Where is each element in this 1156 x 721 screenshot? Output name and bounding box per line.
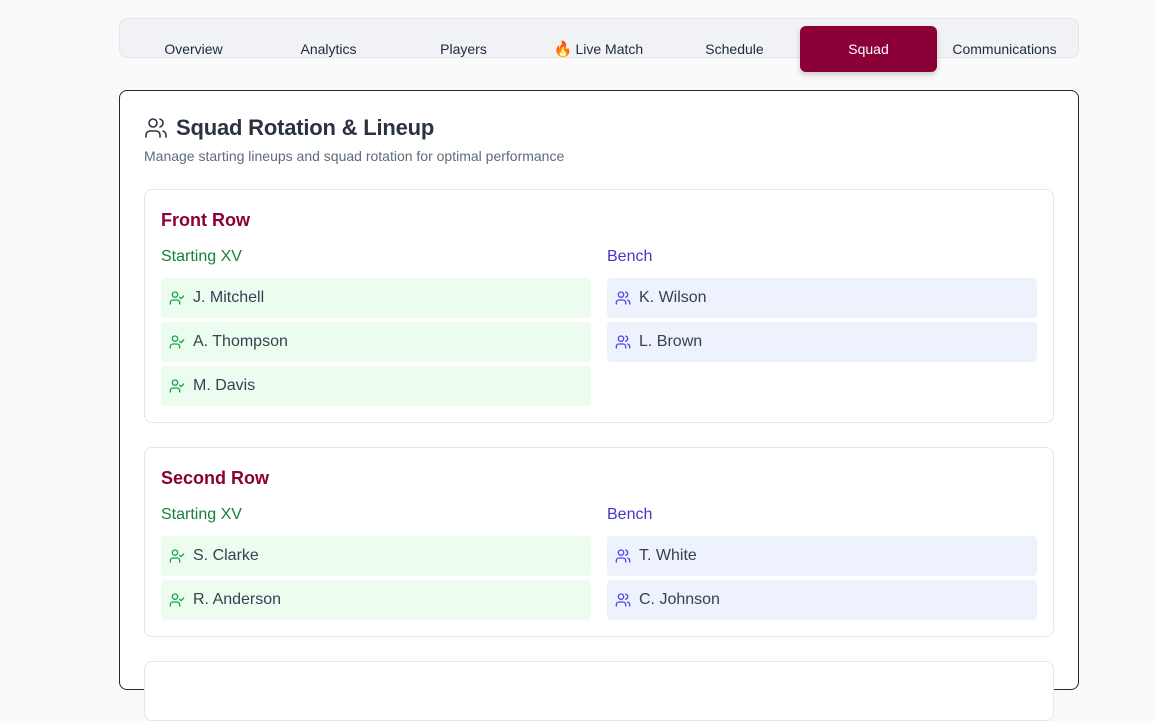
bench-column: Bench T. White C. Johnson bbox=[607, 506, 1037, 620]
tab-communications[interactable]: Communications bbox=[936, 26, 1073, 72]
tab-analytics[interactable]: Analytics bbox=[260, 26, 397, 72]
tab-overview[interactable]: Overview bbox=[125, 26, 262, 72]
starting-column: Starting XV S. Clarke R. Anderson bbox=[161, 506, 591, 620]
squad-card: Squad Rotation & Lineup Manage starting … bbox=[119, 90, 1079, 721]
starting-player[interactable]: J. Mitchell bbox=[161, 278, 591, 318]
page-subtitle: Manage starting lineups and squad rotati… bbox=[144, 148, 565, 164]
page-title: Squad Rotation & Lineup bbox=[176, 115, 435, 140]
group-title: Front Row bbox=[161, 210, 250, 230]
tab-squad[interactable]: Squad bbox=[800, 26, 937, 72]
users-icon bbox=[145, 118, 167, 138]
tab-label: Squad bbox=[848, 41, 889, 57]
user-check-icon bbox=[169, 379, 185, 393]
bench-player[interactable]: L. Brown bbox=[607, 322, 1037, 362]
bench-player[interactable]: C. Johnson bbox=[607, 580, 1037, 620]
starting-label: Starting XV bbox=[161, 506, 242, 523]
starting-column: Starting XV J. Mitchell A. Thompson M. D… bbox=[161, 248, 591, 406]
tab-players[interactable]: Players bbox=[395, 26, 532, 72]
tab-bar: Overview Analytics Players 🔥 Live Match S… bbox=[119, 18, 1079, 72]
position-group-front-row: Front Row Starting XV J. Mitchell A. Tho… bbox=[144, 189, 1054, 423]
tab-label: Overview bbox=[164, 41, 223, 57]
player-name: M. Davis bbox=[193, 377, 256, 394]
tab-live-match[interactable]: 🔥 Live Match bbox=[530, 26, 667, 72]
tab-schedule[interactable]: Schedule bbox=[666, 26, 803, 72]
player-name: S. Clarke bbox=[193, 547, 259, 564]
users-icon bbox=[615, 549, 631, 563]
player-name: J. Mitchell bbox=[193, 289, 265, 306]
bench-player[interactable]: T. White bbox=[607, 536, 1037, 576]
users-icon bbox=[615, 335, 631, 349]
bench-column: Bench K. Wilson L. Brown bbox=[607, 248, 1037, 362]
tab-label: Schedule bbox=[705, 41, 764, 57]
group-title: Second Row bbox=[161, 468, 270, 488]
bench-label: Bench bbox=[607, 506, 653, 523]
starting-player[interactable]: A. Thompson bbox=[161, 322, 591, 362]
starting-label: Starting XV bbox=[161, 248, 242, 265]
bench-label: Bench bbox=[607, 248, 653, 265]
user-check-icon bbox=[169, 593, 185, 607]
user-check-icon bbox=[169, 291, 185, 305]
player-name: A. Thompson bbox=[193, 333, 288, 350]
position-group bbox=[144, 661, 1054, 721]
starting-player[interactable]: S. Clarke bbox=[161, 536, 591, 576]
starting-player[interactable]: M. Davis bbox=[161, 366, 591, 406]
tab-label: Communications bbox=[952, 41, 1057, 57]
player-name: R. Anderson bbox=[193, 591, 282, 608]
player-name: K. Wilson bbox=[639, 289, 707, 306]
player-name: C. Johnson bbox=[639, 591, 720, 608]
player-name: T. White bbox=[639, 547, 697, 564]
tab-label: Players bbox=[440, 41, 487, 57]
bench-player[interactable]: K. Wilson bbox=[607, 278, 1037, 318]
fire-icon: 🔥 bbox=[553, 41, 573, 58]
user-check-icon bbox=[169, 335, 185, 349]
position-group-second-row: Second Row Starting XV S. Clarke R. Ande… bbox=[144, 447, 1054, 637]
user-check-icon bbox=[169, 549, 185, 563]
starting-player[interactable]: R. Anderson bbox=[161, 580, 591, 620]
player-name: L. Brown bbox=[639, 333, 703, 350]
tab-label: Analytics bbox=[300, 41, 357, 57]
users-icon bbox=[615, 291, 631, 305]
tab-label: Live Match bbox=[575, 41, 644, 57]
users-icon bbox=[615, 593, 631, 607]
